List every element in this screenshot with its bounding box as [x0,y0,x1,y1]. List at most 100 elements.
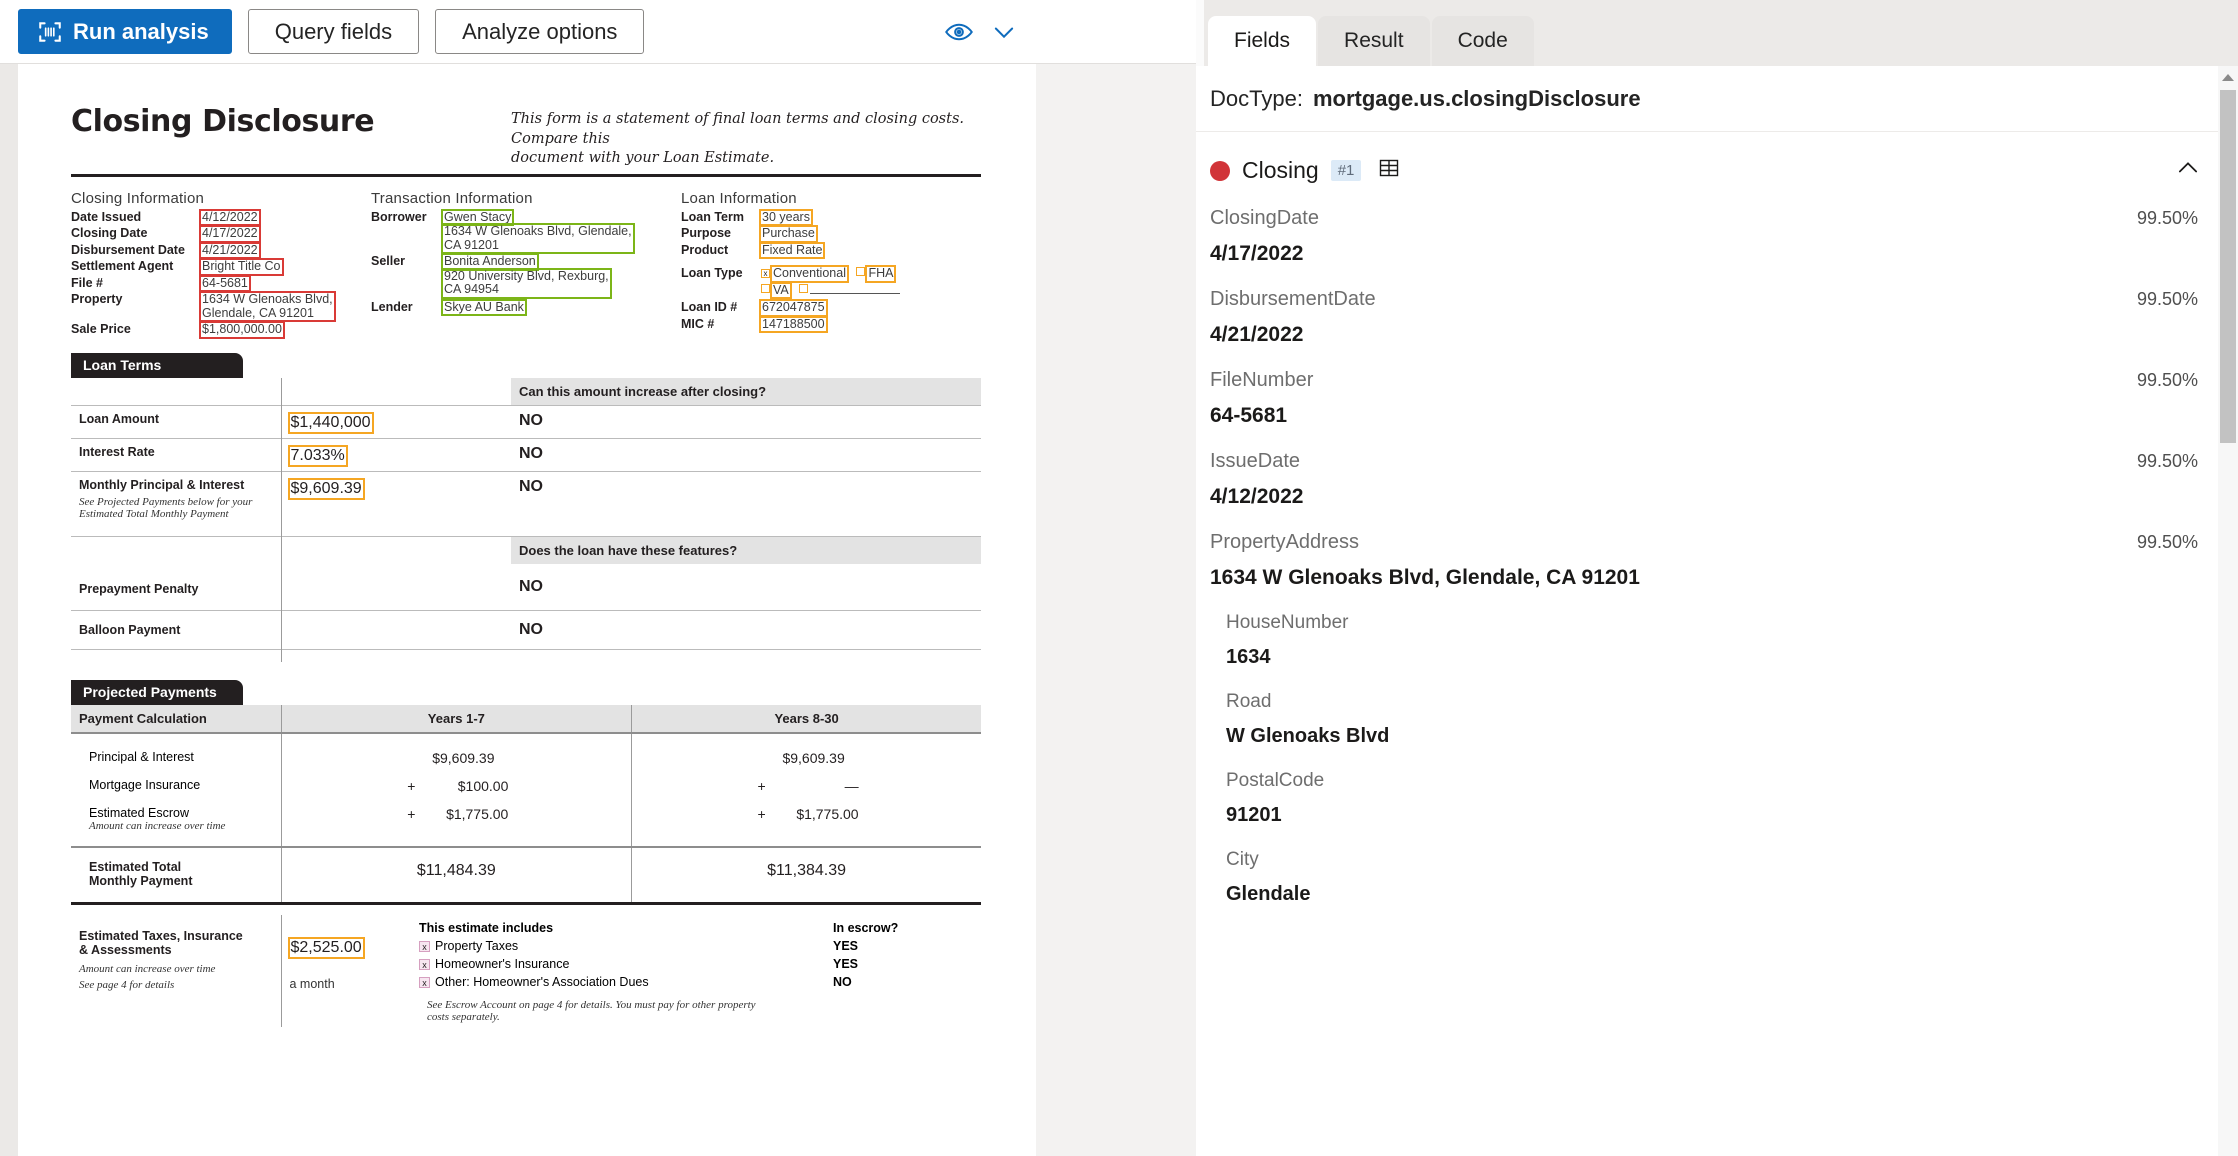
table-row: Principal & Interest $9,609.39 $9,609.39 [71,731,981,772]
estimated-taxes-section: Estimated Taxes, Insurance & Assessments… [71,914,981,1027]
eye-icon[interactable] [944,17,974,47]
panel-scrollbar[interactable] [2218,66,2238,1156]
loan-type-conventional-checkbox[interactable]: x [761,269,770,279]
field-postalcode[interactable]: PostalCode 91201 [1196,760,2238,839]
loan-amount-label: Loan Amount [71,404,281,439]
field-disbursementdate[interactable]: DisbursementDate 99.50% 4/21/2022 [1196,278,2238,359]
loan-id-value[interactable]: 672047875 [759,299,828,317]
field-group-header[interactable]: Closing #1 [1196,132,2238,197]
field-value: 4/21/2022 [1210,323,1304,346]
settlement-agent-label: Settlement Agent [71,259,174,274]
tab-fields[interactable]: Fields [1208,16,1317,66]
borrower-address[interactable]: 1634 W Glenoaks Blvd, Glendale, CA 91201 [441,223,635,255]
mic-value[interactable]: 147188500 [759,315,828,334]
property-value[interactable]: 1634 W Glenoaks Blvd, Glendale, CA 91201 [199,291,336,323]
borrower-label: Borrower [371,209,427,224]
property-taxes-checkbox[interactable]: x [419,940,430,952]
date-issued-value[interactable]: 4/12/2022 [199,208,261,227]
field-issuedate[interactable]: IssueDate 99.50% 4/12/2022 [1196,440,2238,521]
table-row: Mortgage Insurance + $100.00 + — [71,771,981,800]
panel-tabstrip: Fields Result Code [1196,0,2238,66]
years-8-30-header: Years 8-30 [631,704,981,733]
interest-rate-value[interactable]: 7.033% [287,444,348,467]
mortgage-insurance-y1: $100.00 [457,777,509,794]
loan-type-conventional-label[interactable]: Conventional [770,265,849,283]
scrollbar-thumb[interactable] [2220,90,2236,443]
file-number-label: File # [71,275,103,290]
loan-type-va-label[interactable]: VA [770,281,792,300]
field-closingdate[interactable]: ClosingDate 99.50% 4/17/2022 [1196,197,2238,278]
homeowners-insurance-checkbox[interactable]: x [419,958,430,970]
other-hoa-dues-checkbox[interactable]: x [419,976,430,988]
borrower-address-line1: 1634 W Glenoaks Blvd, Glendale, [444,224,632,239]
property-value-line1: 1634 W Glenoaks Blvd, [202,292,333,307]
doctype-row: DocType: mortgage.us.closingDisclosure [1196,66,2238,132]
escrow-includes-header: This estimate includes [419,920,554,935]
property-label: Property [71,292,123,307]
field-housenumber[interactable]: HouseNumber 1634 [1196,602,2238,681]
document-canvas[interactable]: Closing Disclosure This form is a statem… [0,64,1196,1156]
field-confidence: 99.50% [2136,289,2198,309]
borrower-address-line2: CA 91201 [444,237,499,252]
closing-date-value[interactable]: 4/17/2022 [199,225,261,243]
field-road[interactable]: Road W Glenoaks Blvd [1196,681,2238,760]
analyze-options-button[interactable]: Analyze options [435,9,645,54]
field-city[interactable]: City Glendale [1196,839,2238,918]
lender-name[interactable]: Skye AU Bank [441,298,527,317]
file-number-value[interactable]: 64-5681 [199,274,251,293]
loan-type-va-checkbox[interactable] [761,283,770,293]
table-row: Prepayment Penalty NO [71,563,981,611]
info-columns: Closing Information Date Issued 4/12/2022… [71,189,981,339]
estimated-escrow-y1: $1,775.00 [446,805,509,822]
loan-type-fha-label[interactable]: FHA [865,265,897,283]
chevron-up-icon[interactable] [2174,154,2202,187]
field-label: PostalCode [1226,770,1325,791]
monthly-pi-label: Monthly Principal & Interest [79,477,245,492]
tab-result[interactable]: Result [1318,16,1430,66]
seller-name[interactable]: Bonita Anderson [441,253,539,271]
scroll-up-arrow-icon[interactable] [2218,66,2238,90]
monthly-pi-value[interactable]: $9,609.39 [287,477,365,500]
transaction-information-heading: Transaction Information [371,189,533,207]
disbursement-date-value[interactable]: 4/21/2022 [199,241,261,260]
chevron-down-icon[interactable] [990,18,1018,46]
document-header: Closing Disclosure This form is a statem… [71,104,981,169]
projected-payments-tab-label: Projected Payments [71,679,243,705]
principal-interest-y1: $9,609.39 [432,749,495,766]
query-fields-button[interactable]: Query fields [247,9,420,54]
field-filenumber[interactable]: FileNumber 99.50% 64-5681 [1196,359,2238,440]
table-row: Loan Amount $1,440,000 NO [71,404,981,439]
settlement-agent-value[interactable]: Bright Title Co [199,258,284,276]
status-dot-icon [1210,160,1230,181]
loan-amount-value[interactable]: $1,440,000 [287,411,374,434]
tab-code[interactable]: Code [1431,16,1534,66]
field-propertyaddress[interactable]: PropertyAddress 99.50% 1634 W Glenoaks B… [1196,521,2238,602]
escrow-footnote-line1: See Escrow Account on page 4 for details… [427,998,756,1011]
tab-result-label: Result [1344,29,1404,52]
loan-type-other-checkbox[interactable] [799,283,809,293]
scan-document-icon [37,19,63,45]
loan-term-value[interactable]: 30 years [759,208,813,227]
sale-price-value[interactable]: $1,800,000.00 [199,321,285,339]
estimated-total-label-line2: Monthly Payment [89,873,193,888]
loan-id-label: Loan ID # [681,300,738,315]
loan-term-label: Loan Term [681,209,744,224]
run-analysis-button[interactable]: Run analysis [18,9,232,54]
field-confidence: 99.50% [2136,451,2198,471]
purpose-value[interactable]: Purchase [759,225,818,243]
years-1-7-header: Years 1-7 [280,704,632,733]
escrow-amount[interactable]: $2,525.00 [287,936,365,959]
product-value[interactable]: Fixed Rate [758,241,826,260]
payment-calculation-header: Payment Calculation [79,710,207,726]
borrower-name[interactable]: Gwen Stacy [440,208,515,227]
table-grid-icon[interactable] [1377,156,1401,185]
product-label: Product [681,242,729,257]
list-item: x Other: Homeowner's Association Dues NO [419,973,973,991]
mortgage-insurance-y2: — [844,777,859,794]
field-value: 91201 [1226,804,1282,826]
loan-type-fha-checkbox[interactable] [856,267,866,277]
escrow-note2: See page 4 for details [79,978,175,991]
field-label: ClosingDate [1210,207,1319,229]
loan-amount-answer: NO [511,404,981,439]
seller-address[interactable]: 920 University Blvd, Rexburg, CA 94954 [441,267,612,299]
